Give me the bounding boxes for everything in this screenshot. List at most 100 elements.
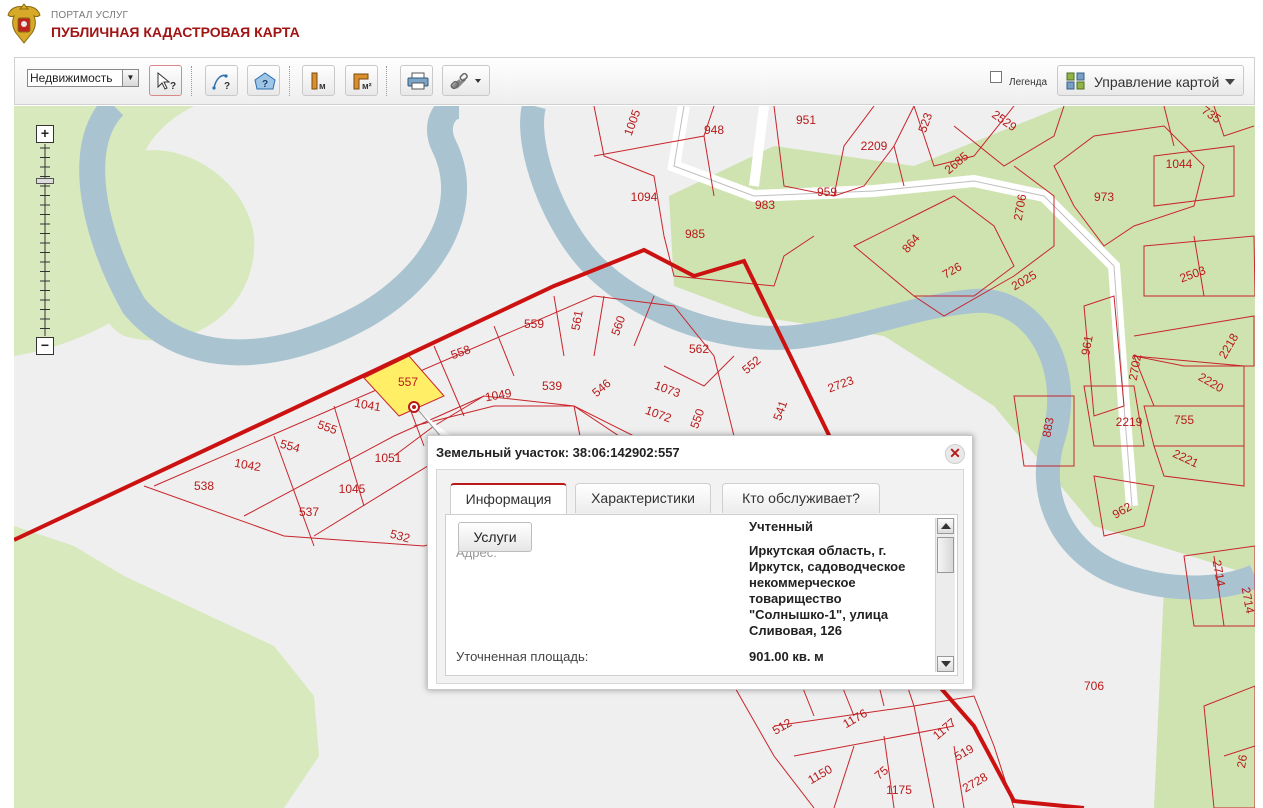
- parcel-label[interactable]: 959: [817, 185, 837, 199]
- chevron-down-icon: [1225, 79, 1235, 85]
- parcel-label[interactable]: 962: [1110, 499, 1135, 521]
- parcel-label[interactable]: 519: [952, 741, 977, 763]
- parcel-label[interactable]: 1044: [1166, 157, 1193, 171]
- parcel-label[interactable]: 983: [755, 198, 775, 212]
- print-icon: [407, 72, 429, 90]
- legend-checkbox[interactable]: [990, 71, 1002, 83]
- tab-characteristics[interactable]: Характеристики: [575, 483, 711, 513]
- parcel-label[interactable]: 2503: [1178, 263, 1208, 285]
- parcel-label[interactable]: 1094: [631, 190, 658, 204]
- parcel-label[interactable]: 2714: [1210, 559, 1228, 588]
- parcel-label[interactable]: 948: [704, 123, 724, 137]
- parcel-label[interactable]: 2714: [1239, 586, 1255, 615]
- parcel-label[interactable]: 864: [899, 231, 923, 256]
- parcel-label[interactable]: 1045: [339, 482, 366, 496]
- scroll-thumb[interactable]: [937, 537, 954, 573]
- parcel-label[interactable]: 2219: [1116, 415, 1143, 429]
- parcel-label[interactable]: 1073: [652, 378, 682, 400]
- print-button[interactable]: [400, 65, 433, 96]
- parcel-label[interactable]: 706: [1084, 679, 1104, 693]
- parcel-label[interactable]: 1042: [233, 456, 262, 474]
- parcel-label[interactable]: 539: [542, 379, 562, 393]
- parcel-label[interactable]: 2723: [826, 373, 856, 395]
- parcel-label[interactable]: 883: [1039, 416, 1056, 438]
- parcel-label[interactable]: 2209: [861, 139, 888, 153]
- parcel-label[interactable]: 1072: [643, 403, 673, 425]
- parcel-label[interactable]: 2728: [960, 770, 990, 796]
- area-label: Уточненная площадь:: [456, 649, 589, 664]
- parcel-label[interactable]: 552: [739, 353, 764, 377]
- parcel-label[interactable]: 2220: [1196, 370, 1226, 396]
- parcel-label[interactable]: 555: [316, 417, 340, 437]
- parcel-label[interactable]: 558: [449, 342, 473, 362]
- parcel-label[interactable]: 973: [1094, 190, 1114, 204]
- close-icon[interactable]: ✕: [945, 444, 965, 464]
- parcel-label[interactable]: 2706: [1011, 193, 1029, 222]
- parcel-label[interactable]: 961: [1078, 334, 1095, 356]
- parcel-label[interactable]: 2685: [942, 149, 972, 177]
- popup-body: Информация Характеристики Кто обслуживае…: [436, 469, 964, 684]
- ruler-button[interactable]: м: [302, 65, 335, 96]
- map-canvas[interactable]: 1005 948 951 2209 523 2529 735 1094 983 959 2685 10…: [14, 106, 1255, 808]
- parcel-label[interactable]: 541: [770, 399, 790, 423]
- parcel-label[interactable]: 554: [279, 437, 302, 456]
- parcel-label[interactable]: 2025: [1009, 268, 1039, 294]
- link-button[interactable]: [442, 65, 490, 96]
- parcel-label[interactable]: 2218: [1216, 331, 1242, 361]
- parcel-label[interactable]: 1051: [375, 451, 402, 465]
- parcel-label[interactable]: 512: [770, 715, 795, 737]
- zoom-out-button[interactable]: −: [36, 337, 54, 355]
- parcel-label[interactable]: 546: [589, 376, 614, 400]
- parcel-label[interactable]: 1177: [930, 715, 959, 743]
- zoom-slider-thumb[interactable]: [36, 178, 54, 184]
- parcel-label[interactable]: 538: [194, 479, 214, 493]
- parcel-label[interactable]: 1049: [484, 386, 513, 404]
- area-info-button[interactable]: ?: [247, 65, 280, 96]
- zoom-slider-track[interactable]: [40, 144, 50, 336]
- svg-text:м²: м²: [362, 81, 372, 90]
- parcel-label[interactable]: 2529: [989, 107, 1019, 134]
- parcel-label[interactable]: 537: [299, 505, 319, 519]
- parcel-label[interactable]: 1176: [840, 706, 870, 731]
- parcel-label[interactable]: 735: [1199, 106, 1224, 126]
- parcel-label[interactable]: 532: [389, 527, 412, 546]
- parcel-label[interactable]: 560: [608, 314, 628, 338]
- ruler-area-button[interactable]: м²: [345, 65, 378, 96]
- parcel-label[interactable]: 1005: [621, 107, 643, 137]
- tab-who-serves[interactable]: Кто обслуживает?: [722, 483, 880, 513]
- map-control-button[interactable]: Управление картой: [1057, 65, 1244, 96]
- parcel-label[interactable]: 557: [398, 375, 418, 389]
- parcel-label[interactable]: 1041: [353, 396, 382, 414]
- chevron-down-icon[interactable]: ▼: [122, 70, 138, 86]
- parcel-label[interactable]: 75: [872, 763, 891, 783]
- svg-text:м: м: [319, 81, 326, 90]
- svg-text:?: ?: [170, 81, 176, 90]
- parcel-label[interactable]: 726: [940, 259, 965, 281]
- parcel-label[interactable]: 562: [689, 342, 709, 356]
- address-value: Иркутская область, г. Иркутск, садоводче…: [749, 543, 906, 638]
- legend-label[interactable]: Легенда: [1009, 77, 1047, 88]
- parcel-label[interactable]: 550: [687, 407, 707, 431]
- parcel-label[interactable]: 561: [568, 309, 585, 331]
- services-button[interactable]: Услуги: [458, 522, 532, 552]
- identify-button[interactable]: ?: [149, 65, 182, 96]
- parcel-label[interactable]: 559: [524, 317, 544, 331]
- parcel-label[interactable]: 26: [1234, 753, 1250, 769]
- parcel-label[interactable]: 985: [685, 227, 705, 241]
- area-value: 901.00 кв. м: [749, 649, 824, 664]
- scroll-down-icon[interactable]: [937, 656, 954, 672]
- measure-line-button[interactable]: ?: [205, 65, 238, 96]
- parcel-label[interactable]: 755: [1174, 413, 1194, 427]
- parcel-label[interactable]: 1150: [805, 762, 835, 787]
- parcel-label[interactable]: 523: [915, 111, 935, 135]
- parcel-label[interactable]: 2702: [1126, 353, 1144, 382]
- parcel-label[interactable]: 2221: [1171, 446, 1201, 470]
- parcel-label[interactable]: 951: [796, 113, 816, 127]
- scroll-up-icon[interactable]: [937, 518, 954, 534]
- page-title[interactable]: ПУБЛИЧНАЯ КАДАСТРОВАЯ КАРТА: [51, 24, 300, 40]
- parcel-label[interactable]: 1175: [886, 783, 912, 797]
- zoom-in-button[interactable]: +: [36, 125, 54, 143]
- scrollbar[interactable]: [935, 518, 955, 672]
- tab-info[interactable]: Информация: [450, 483, 567, 515]
- layer-select[interactable]: Недвижимость ▼: [27, 69, 139, 87]
